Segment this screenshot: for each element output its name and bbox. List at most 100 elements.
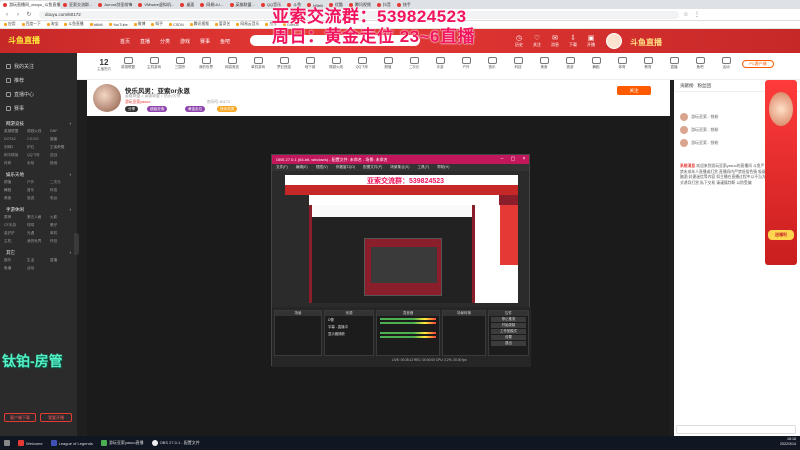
broadcast-icon[interactable]: ▣ 开播 [584,34,598,48]
stop-stream-button[interactable]: 停止推流 [491,317,526,322]
nav-yuba[interactable]: 鱼吧 [220,38,230,45]
obs-menu-item[interactable]: 场景集合(S) [390,164,409,171]
bookmark-item[interactable]: 微博 [133,22,145,27]
taskbar-item[interactable]: League of Legends [47,437,97,449]
bookmark-item[interactable]: 应用 [4,22,16,27]
tag[interactable]: 黄金走位 [185,106,206,112]
maximize-icon[interactable]: ▢ [508,155,518,164]
back-icon[interactable]: ‹ [3,11,11,19]
category-item[interactable]: 网游竞技 [221,57,243,70]
sidebar-category-link[interactable]: 光遇 [27,231,50,236]
sidebar-category-link[interactable]: 鱼塘 [4,266,27,271]
start-recording-button[interactable]: 开始录制 [491,323,526,328]
category-item[interactable]: 梦幻西游 [273,57,295,70]
taskbar-item[interactable]: Welcome [14,437,47,449]
category-item[interactable]: 地下城 [299,57,321,70]
sidebar-category-link[interactable]: QQ飞车 [27,153,50,158]
obs-menu-item[interactable]: 视图(V) [316,164,328,171]
sidebar-category-link[interactable]: 永劫 [27,161,50,166]
taskbar-item[interactable]: OBS 27.0.1 - 配置文件 [148,437,204,449]
nav-home[interactable]: 首页 [120,38,130,45]
category-item[interactable]: 音乐 [481,57,503,70]
exit-button[interactable]: 退出 [491,341,526,346]
sidebar-category-link[interactable]: 英雄联盟 [4,129,27,134]
sidebar-category-link[interactable]: 穿越火线 [27,129,50,134]
sidebar-category-link[interactable]: 炉石 [27,145,50,150]
bookmark-item[interactable]: YouTube [108,23,128,27]
reload-icon[interactable]: ↻ [25,11,33,19]
sidebar-category-link[interactable]: 逆战 [50,153,73,158]
user-avatar[interactable] [606,33,622,49]
source-item[interactable]: Ω蕾 [325,316,373,323]
sidebar-category-link[interactable]: 电台 [50,196,73,201]
sidebar-item-following[interactable]: 我的关注 [0,59,77,73]
sidebar-category-link[interactable]: 球球 [27,223,50,228]
tag[interactable]: 分享 [125,106,139,112]
sidebar-category-link[interactable]: CS:GO [27,137,50,142]
bookmark-item[interactable]: CSDN [168,23,184,27]
start-button[interactable] [0,437,14,449]
obs-menu-item[interactable]: 文件(F) [276,164,288,171]
nav-game[interactable]: 游戏 [180,38,190,45]
tag[interactable]: 快乐风男 [217,106,238,112]
sidebar-category-link[interactable]: 旅游 [27,196,50,201]
nav-match[interactable]: 赛事 [200,38,210,45]
bookmark-item[interactable]: bilibili [89,23,103,27]
promo-banner[interactable]: 送福利 [765,80,797,265]
sidebar-category-link[interactable]: 魔兽 [50,137,73,142]
bookmark-item[interactable]: 腾讯视频 [189,22,209,27]
sidebar-category-link[interactable]: 王者荣耀 [50,145,73,150]
sidebar-item-recommend[interactable]: 推荐 [0,73,77,87]
category-item[interactable]: 教育 [637,57,659,70]
sidebar-category-link[interactable]: 我的世界 [27,239,50,244]
browser-tab[interactable]: 英雄联盟... [227,1,258,9]
obs-menu-item[interactable]: 工具(T) [417,164,429,171]
bookmark-item[interactable]: 网易云音乐 [236,22,259,27]
sidebar-collapse-handle[interactable] [74,233,79,255]
sidebar-category-link[interactable]: 绝地 [50,161,73,166]
forward-icon[interactable]: › [14,11,22,19]
browser-tab[interactable]: VMware虚拟机... [135,1,177,9]
category-item[interactable]: 颜值 [377,57,399,70]
browser-tab[interactable]: 亚索交流群... [60,1,95,9]
category-item[interactable]: 鱼吧 [689,57,711,70]
obs-menu-item[interactable]: 帮助(H) [437,164,449,171]
sidebar-category-link[interactable]: 火影 [50,215,73,220]
douyu-logo[interactable]: 斗鱼直播 [8,35,40,46]
category-item[interactable]: 科技 [507,57,529,70]
event-banner[interactable]: 斗鱼直播 [630,37,662,48]
chat-input[interactable] [676,425,796,434]
studio-mode-button[interactable]: 工作室模式 [491,329,526,334]
sidebar-category-link[interactable]: 单机 [50,231,73,236]
close-icon[interactable]: × [519,155,529,164]
browser-tab[interactable]: 桌面 [177,1,197,9]
streamer-name[interactable]: 游玩亚索yasuo [125,100,150,105]
sidebar-category-link[interactable]: 生活 [27,258,50,263]
follow-button[interactable]: 关注 [617,86,651,95]
tag[interactable]: 超级亚索 [147,106,168,112]
star-icon[interactable]: ☆ [682,11,690,19]
sidebar-category-link[interactable]: 活动 [27,266,50,271]
sidebar-category-link[interactable]: CF手游 [4,223,27,228]
sidebar-category-link[interactable]: 二次元 [50,180,73,185]
category-item[interactable]: 户外 [455,57,477,70]
sidebar-category-link[interactable]: 音乐 [27,188,50,193]
source-item[interactable]: 字幕 - 直播中 [325,323,373,330]
category-item[interactable]: 我的世界 [195,57,217,70]
category-item[interactable]: 三国杀 [169,57,191,70]
message-icon[interactable]: ✉ 消息 [548,34,562,48]
sidebar-category-link[interactable]: 剑网3 [4,145,27,150]
streamer-avatar[interactable] [93,84,121,112]
sidebar-category-link[interactable]: 美食 [4,196,27,201]
sidebar-category-link[interactable]: 金铲铲 [4,231,27,236]
taskbar-item[interactable]: 游玩亚索yasuo直播 [97,437,148,449]
follow-icon[interactable]: ♡ 关注 [530,34,544,48]
category-item[interactable]: 穿越火线 [325,57,347,70]
sidebar-category-link[interactable]: 传奇 [4,161,27,166]
sidebar-item-center[interactable]: 直播中心 [0,87,77,101]
obs-menu-item[interactable]: 停靠窗口(D) [336,164,355,171]
tab-contribution[interactable]: 贡献榜 [680,83,694,89]
bookmark-item[interactable]: 知乎 [151,22,163,27]
category-item[interactable]: 旅游 [559,57,581,70]
category-item[interactable]: 美食 [533,57,555,70]
